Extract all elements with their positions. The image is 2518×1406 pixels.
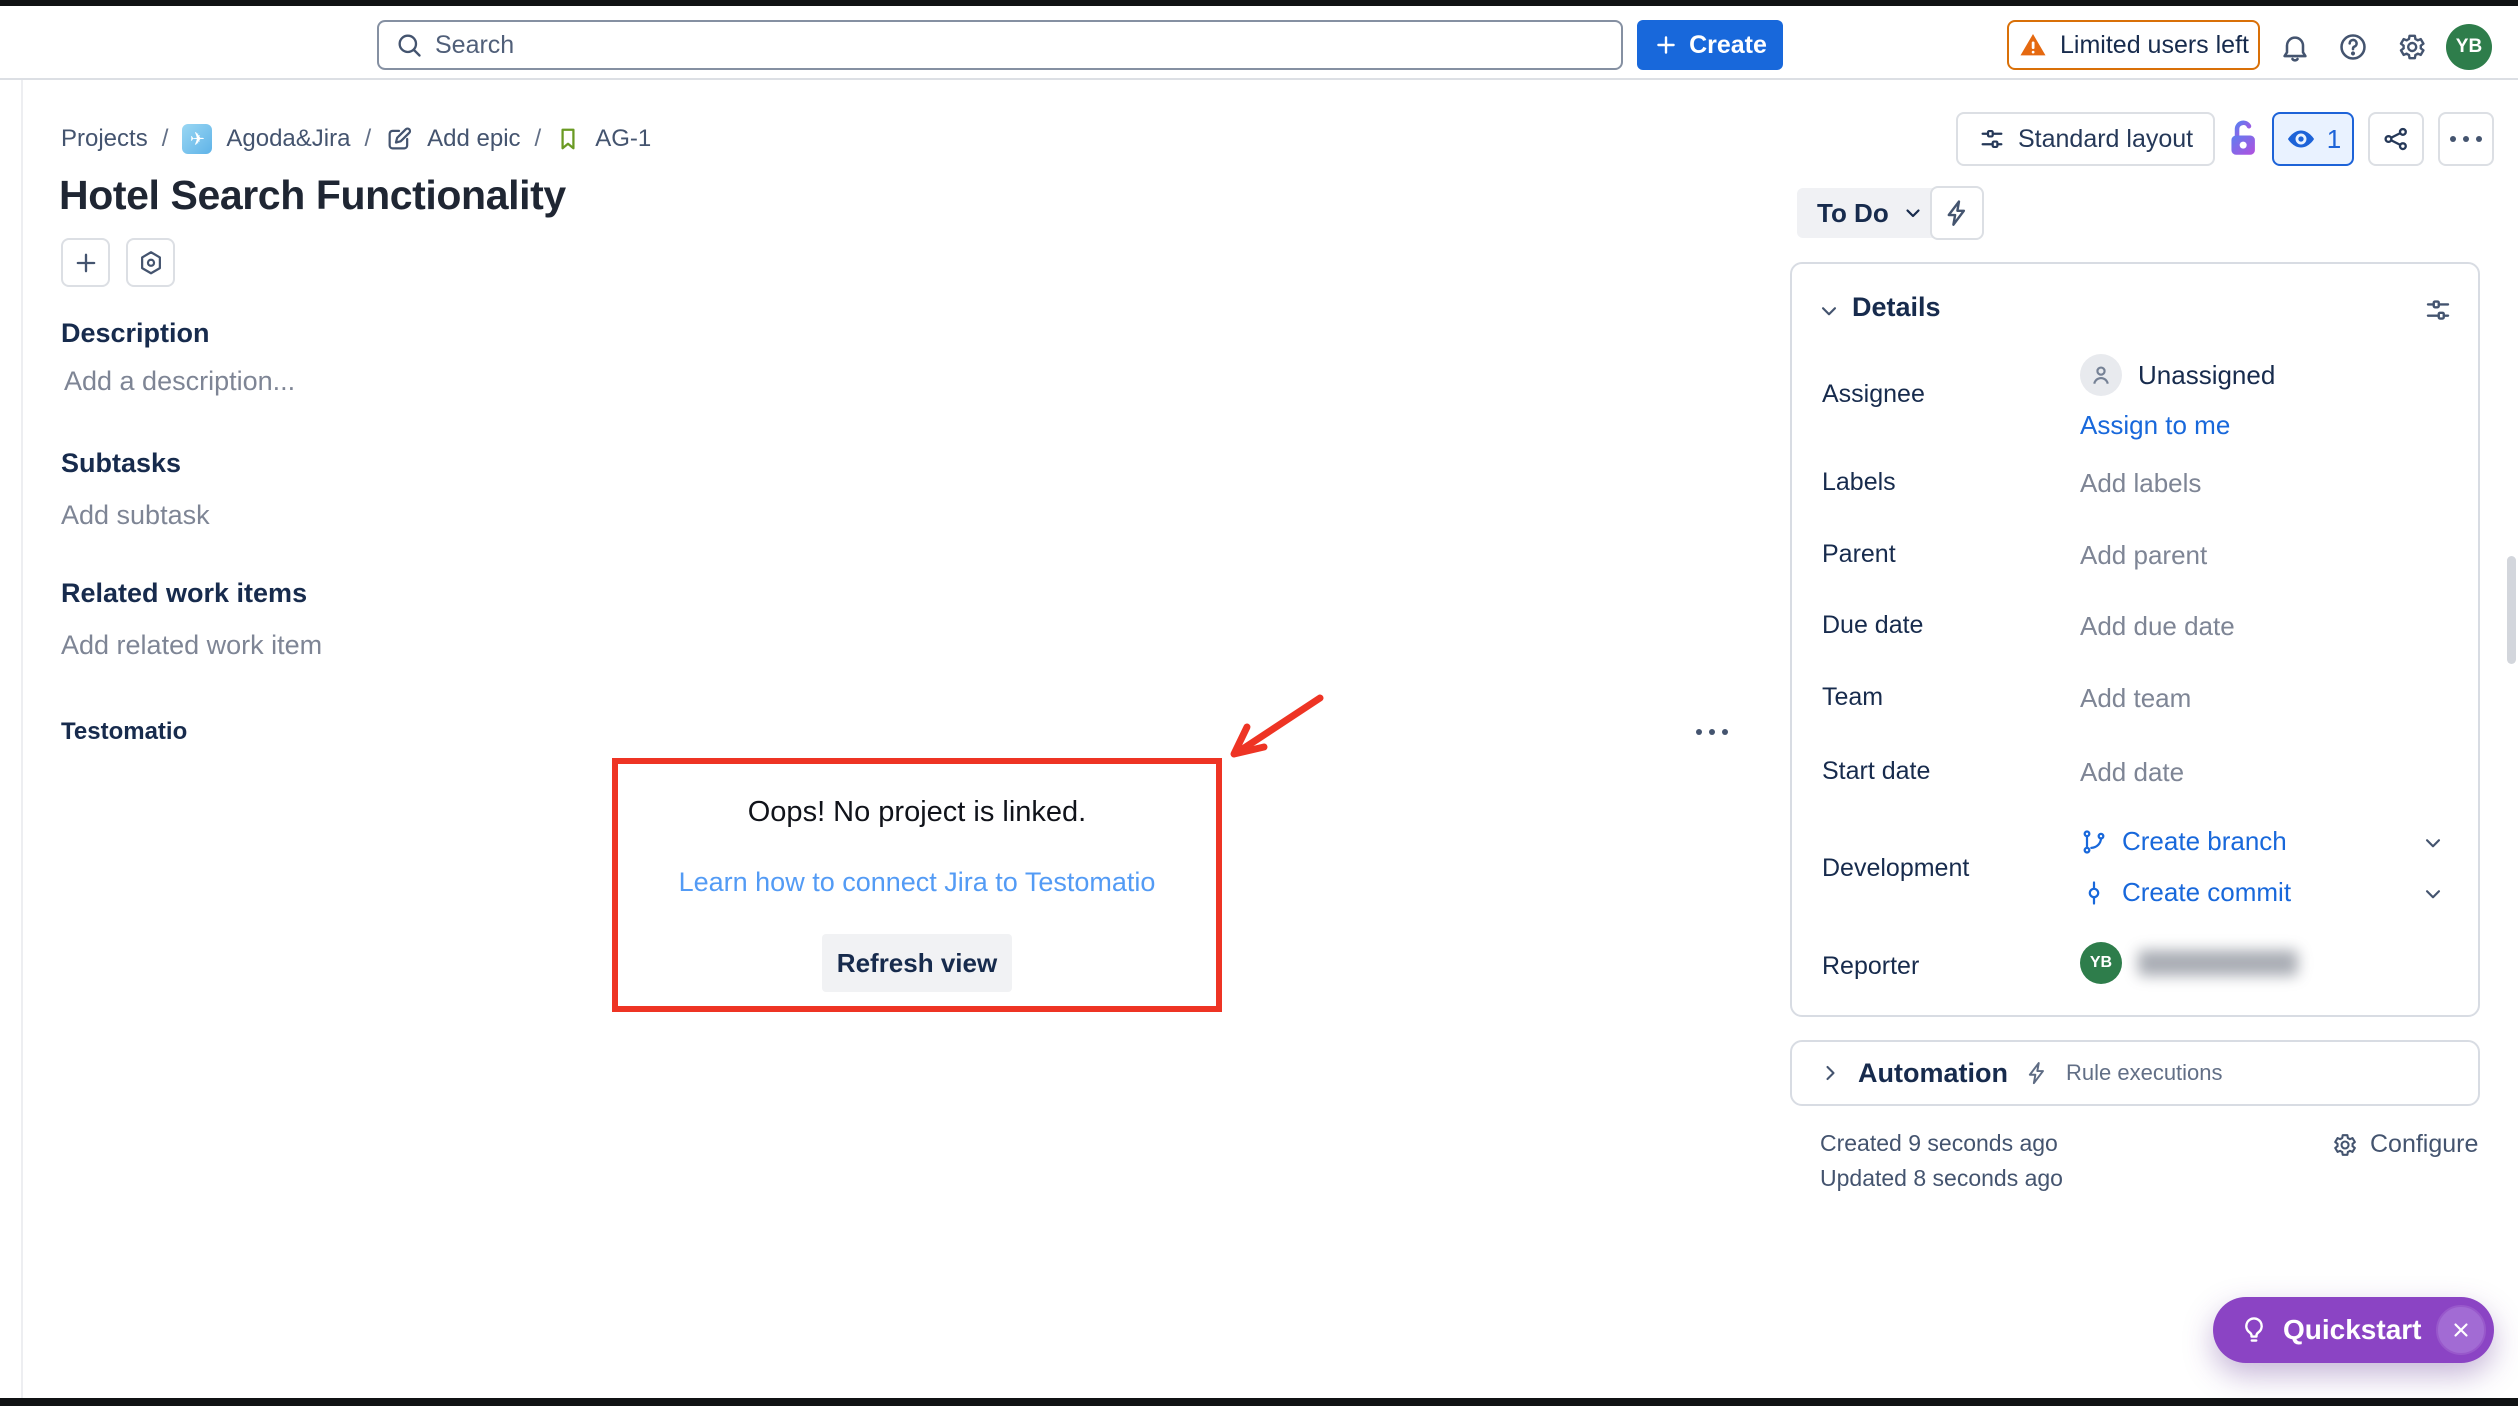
apps-hexagon-icon <box>137 249 165 277</box>
assignee-label: Assignee <box>1822 380 1925 409</box>
related-work-items-heading: Related work items <box>61 578 307 609</box>
create-branch-action[interactable]: Create branch <box>2080 826 2287 857</box>
more-actions-button[interactable] <box>2438 112 2494 166</box>
start-date-label: Start date <box>1822 757 1930 786</box>
help-icon[interactable] <box>2330 24 2376 70</box>
notifications-bell-icon[interactable] <box>2272 24 2318 70</box>
breadcrumb-issue-key-link[interactable]: AG-1 <box>595 125 651 153</box>
add-parent-field[interactable]: Add parent <box>2080 540 2207 571</box>
breadcrumb-projects-link[interactable]: Projects <box>61 125 148 153</box>
settings-gear-icon[interactable] <box>2388 24 2434 70</box>
details-panel: Details Assignee Unassigned Assign to me… <box>1790 262 2480 1017</box>
description-placeholder[interactable]: Add a description... <box>64 366 295 397</box>
add-related-work-item-placeholder[interactable]: Add related work item <box>61 630 322 661</box>
assign-to-me-link[interactable]: Assign to me <box>2080 410 2230 441</box>
configure-button[interactable]: Configure <box>2330 1130 2478 1159</box>
share-button[interactable] <box>2368 112 2424 166</box>
add-content-button[interactable] <box>61 238 110 287</box>
person-icon <box>2080 354 2122 396</box>
annotation-arrow <box>1218 692 1328 778</box>
details-heading[interactable]: Details <box>1852 292 1941 323</box>
testomatio-panel: Oops! No project is linked. Learn how to… <box>612 758 1222 1012</box>
add-subtask-placeholder[interactable]: Add subtask <box>61 500 210 531</box>
chevron-down-icon <box>1901 201 1925 225</box>
create-button[interactable]: Create <box>1637 20 1783 70</box>
reporter-avatar: YB <box>2080 942 2122 984</box>
status-dropdown[interactable]: To Do <box>1797 188 1941 238</box>
details-config-sliders-icon[interactable] <box>2420 292 2456 328</box>
add-labels-field[interactable]: Add labels <box>2080 468 2201 499</box>
chevron-down-icon[interactable] <box>1816 298 1842 324</box>
reporter-value: YB <box>2080 942 2298 984</box>
add-team-field[interactable]: Add team <box>2080 683 2191 714</box>
quickstart-close-button[interactable] <box>2436 1305 2486 1355</box>
team-label: Team <box>1822 683 1883 712</box>
scrollbar-thumb[interactable] <box>2507 556 2516 664</box>
unlocked-lock-icon[interactable] <box>2222 116 2264 162</box>
development-label: Development <box>1822 854 1969 883</box>
search-field[interactable] <box>435 31 1605 60</box>
lightbulb-icon <box>2239 1315 2269 1345</box>
updated-timestamp: Updated 8 seconds ago <box>1820 1165 2063 1192</box>
jira-issue-page: Create Limited users left YB Projects / … <box>0 0 2518 1406</box>
automation-heading: Automation <box>1858 1058 2008 1089</box>
create-commit-action[interactable]: Create commit <box>2080 877 2291 908</box>
breadcrumb: Projects / ✈ Agoda&Jira / Add epic / AG-… <box>61 122 651 156</box>
close-icon <box>2449 1318 2473 1342</box>
gear-icon <box>2330 1131 2358 1159</box>
automation-panel[interactable]: Automation Rule executions <box>1790 1040 2480 1106</box>
eye-icon <box>2285 123 2317 155</box>
top-navigation-bar: Create Limited users left YB <box>0 6 2518 80</box>
breadcrumb-project-link[interactable]: Agoda&Jira <box>226 125 350 153</box>
layout-sliders-icon <box>1978 125 2006 153</box>
user-avatar[interactable]: YB <box>2446 24 2492 70</box>
add-start-date-field[interactable]: Add date <box>2080 757 2184 788</box>
testomatio-heading: Testomatio <box>61 718 187 746</box>
more-icon <box>2450 136 2482 142</box>
testomatio-more-button[interactable] <box>1682 712 1742 752</box>
breadcrumb-add-epic-link[interactable]: Add epic <box>427 125 520 153</box>
testomatio-error-title: Oops! No project is linked. <box>748 796 1086 829</box>
chevron-down-icon[interactable] <box>2420 881 2446 907</box>
rule-executions-label: Rule executions <box>2066 1060 2223 1086</box>
plus-icon <box>72 249 100 277</box>
project-avatar-plane-icon: ✈ <box>182 124 212 154</box>
due-date-label: Due date <box>1822 611 1923 640</box>
bottom-edge-strip <box>0 1398 2518 1406</box>
chevron-right-icon <box>1818 1061 1842 1085</box>
created-timestamp: Created 9 seconds ago <box>1820 1130 2058 1157</box>
assignee-value[interactable]: Unassigned <box>2080 354 2275 396</box>
plus-icon <box>1653 32 1679 58</box>
parent-label: Parent <box>1822 540 1896 569</box>
testomatio-learn-link[interactable]: Learn how to connect Jira to Testomatio <box>679 867 1156 898</box>
issue-type-bookmark-icon <box>555 126 581 152</box>
quickstart-button[interactable]: Quickstart <box>2213 1297 2494 1363</box>
automation-bolt-button[interactable] <box>1930 186 1984 240</box>
refresh-view-button[interactable]: Refresh view <box>822 934 1012 992</box>
collapsed-sidebar-divider <box>21 80 23 1398</box>
apps-button[interactable] <box>126 238 175 287</box>
labels-label: Labels <box>1822 468 1896 497</box>
description-heading: Description <box>61 318 210 349</box>
watchers-count: 1 <box>2327 124 2341 155</box>
git-branch-icon <box>2080 828 2108 856</box>
reporter-label: Reporter <box>1822 952 1919 981</box>
lightning-icon <box>2024 1060 2050 1086</box>
edit-icon <box>385 125 413 153</box>
git-commit-icon <box>2080 879 2108 907</box>
limited-users-button[interactable]: Limited users left <box>2007 20 2260 70</box>
add-due-date-field[interactable]: Add due date <box>2080 611 2235 642</box>
page-title: Hotel Search Functionality <box>59 172 566 219</box>
watchers-button[interactable]: 1 <box>2272 112 2354 166</box>
subtasks-heading: Subtasks <box>61 448 181 479</box>
search-icon <box>395 31 423 59</box>
more-icon <box>1696 729 1728 735</box>
lightning-icon <box>1942 198 1972 228</box>
chevron-down-icon[interactable] <box>2420 830 2446 856</box>
warning-icon <box>2018 30 2048 60</box>
search-input[interactable] <box>377 20 1623 70</box>
reporter-name-redacted <box>2138 950 2298 976</box>
standard-layout-button[interactable]: Standard layout <box>1956 112 2215 166</box>
